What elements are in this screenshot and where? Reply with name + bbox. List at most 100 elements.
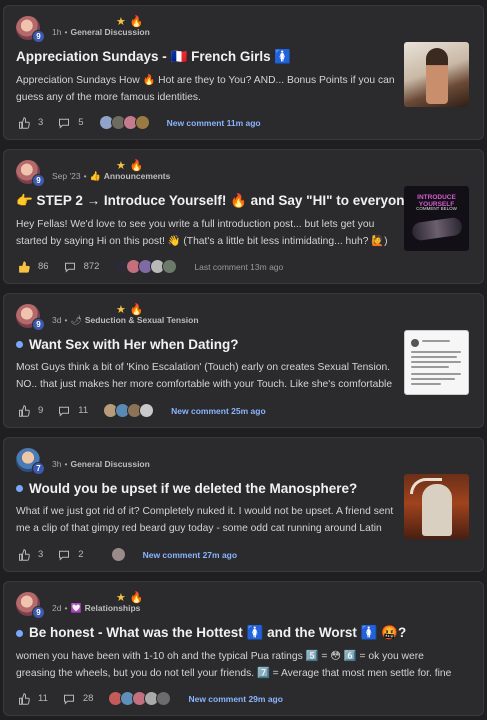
post-card[interactable]: 7 3h • General Discussion Would you be u… [3,437,484,572]
post-time: 1h [52,27,62,37]
participant-avatars[interactable] [98,547,126,562]
post-time: Sep '23 [52,171,81,181]
post-time: 2d [52,603,62,613]
thumbnail-line [411,378,455,380]
level-badge: 9 [32,30,45,43]
thumbnail-line [411,356,457,358]
participant-avatars[interactable] [103,403,155,418]
comment-bubble-icon [64,262,75,273]
post-title-text: Appreciation Sundays - 🇫🇷 French Girls 🚺 [16,49,292,64]
comment-control[interactable]: 5 [58,117,84,129]
level-badge: 9 [32,174,45,187]
like-control[interactable]: 9 [18,404,44,417]
post-footer: 3 2 New comment 27m ago [18,547,237,562]
post-category[interactable]: Announcements [104,171,171,181]
comment-count: 5 [78,117,84,128]
post-excerpt: What if we just got rid of it? Completel… [16,506,394,534]
participant-avatar [156,691,172,706]
participant-avatars[interactable] [114,259,178,274]
post-card[interactable]: 9 Sep '23 • 👍 Announcements ★ 🔥 👉 STEP 2… [3,149,484,284]
participant-avatar [162,259,178,274]
author-badges: ★ 🔥 [116,159,144,172]
star-icon: ★ [116,592,126,604]
post-footer: 86 872 Last comment 13m ago [18,259,283,274]
post-card[interactable]: 9 2d • 💟 Relationships ★ 🔥 Be honest - W… [3,581,484,716]
comment-count: 872 [83,261,100,272]
post-excerpt: Hey Fellas! We'd love to see you write a… [16,219,388,247]
thumbnail-line [411,366,449,368]
thumbnail-line [422,340,450,342]
post-meta: 9 2d • 💟 Relationships [16,591,473,619]
like-count: 3 [38,117,44,128]
like-count: 11 [38,693,48,704]
post-title[interactable]: Be honest - What was the Hottest 🚺 and t… [16,625,473,641]
author-avatar[interactable]: 9 [16,592,45,619]
thumbnail-line [411,373,461,375]
comment-bubble-icon [63,694,74,705]
like-control[interactable]: 3 [18,116,44,129]
participant-avatars[interactable] [108,691,172,706]
post-time: 3d [52,315,62,325]
participant-avatar [110,547,126,562]
post-meta: 7 3h • General Discussion [16,447,473,475]
thumbnail-figure [422,484,452,536]
post-card[interactable]: 9 1h • General Discussion ★ 🔥 Appreciati… [3,5,484,140]
post-title-text: Be honest - What was the Hottest 🚺 and t… [29,625,407,640]
post-meta: 9 Sep '23 • 👍 Announcements [16,159,473,187]
last-activity[interactable]: New comment 25m ago [171,406,265,416]
author-avatar[interactable]: 9 [16,16,45,43]
category-icon: 👍 [89,170,101,181]
last-activity[interactable]: New comment 27m ago [143,550,237,560]
participant-avatars[interactable] [98,115,150,130]
unread-indicator [16,485,23,492]
separator: • [83,171,87,181]
author-avatar[interactable]: 9 [16,160,45,187]
last-activity[interactable]: New comment 29m ago [188,694,282,704]
comment-count: 2 [78,549,84,560]
author-avatar[interactable]: 9 [16,304,45,331]
post-footer: 3 5 New comment 11m ago [18,115,261,130]
level-badge: 9 [32,606,45,619]
author-avatar[interactable]: 7 [16,448,45,475]
like-control[interactable]: 11 [18,692,48,705]
thumbnail-avatar [411,339,419,347]
post-thumbnail[interactable] [404,42,469,107]
thumbnail-heading-a: INTRODUCE [417,194,456,201]
like-count: 3 [38,549,44,560]
like-count: 86 [38,261,49,272]
post-thumbnail[interactable] [404,330,469,395]
post-card[interactable]: 9 3d • 🌶 Seduction & Sexual Tension ★ 🔥 … [3,293,484,428]
post-footer: 11 28 New comment 29m ago [18,691,283,706]
thumbnail-figure [410,216,464,242]
last-activity[interactable]: New comment 11m ago [167,118,261,128]
post-category[interactable]: Seduction & Sexual Tension [85,315,199,325]
participant-avatar [134,115,150,130]
comment-control[interactable]: 872 [64,261,100,273]
post-meta: 9 1h • General Discussion [16,15,473,43]
comment-control[interactable]: 11 [58,405,88,417]
comment-control[interactable]: 2 [58,549,84,561]
like-control[interactable]: 86 [18,260,49,273]
like-count: 9 [38,405,44,416]
fire-icon: 🔥 [129,304,144,316]
last-activity[interactable]: Last comment 13m ago [194,262,283,272]
comment-bubble-icon [59,550,70,561]
like-control[interactable]: 3 [18,548,44,561]
thumbs-up-icon [19,116,30,129]
post-footer: 9 11 New comment 25m ago [18,403,266,418]
thumbnail-line [411,383,441,385]
post-category[interactable]: Relationships [85,603,141,613]
author-badges: ★ 🔥 [116,303,144,316]
comment-control[interactable]: 28 [63,693,93,705]
post-category[interactable]: General Discussion [70,459,149,469]
comment-bubble-icon [59,406,70,417]
post-thumbnail[interactable]: INTRODUCE YOURSELF COMMENT BELOW [404,186,469,251]
post-feed: 9 1h • General Discussion ★ 🔥 Appreciati… [3,5,484,716]
separator: • [64,27,68,37]
post-category[interactable]: General Discussion [70,27,149,37]
author-badges: ★ 🔥 [116,591,144,604]
comment-bubble-icon [59,118,70,129]
separator: • [64,459,68,469]
post-thumbnail[interactable] [404,474,469,539]
post-meta: 9 3d • 🌶 Seduction & Sexual Tension [16,303,473,331]
